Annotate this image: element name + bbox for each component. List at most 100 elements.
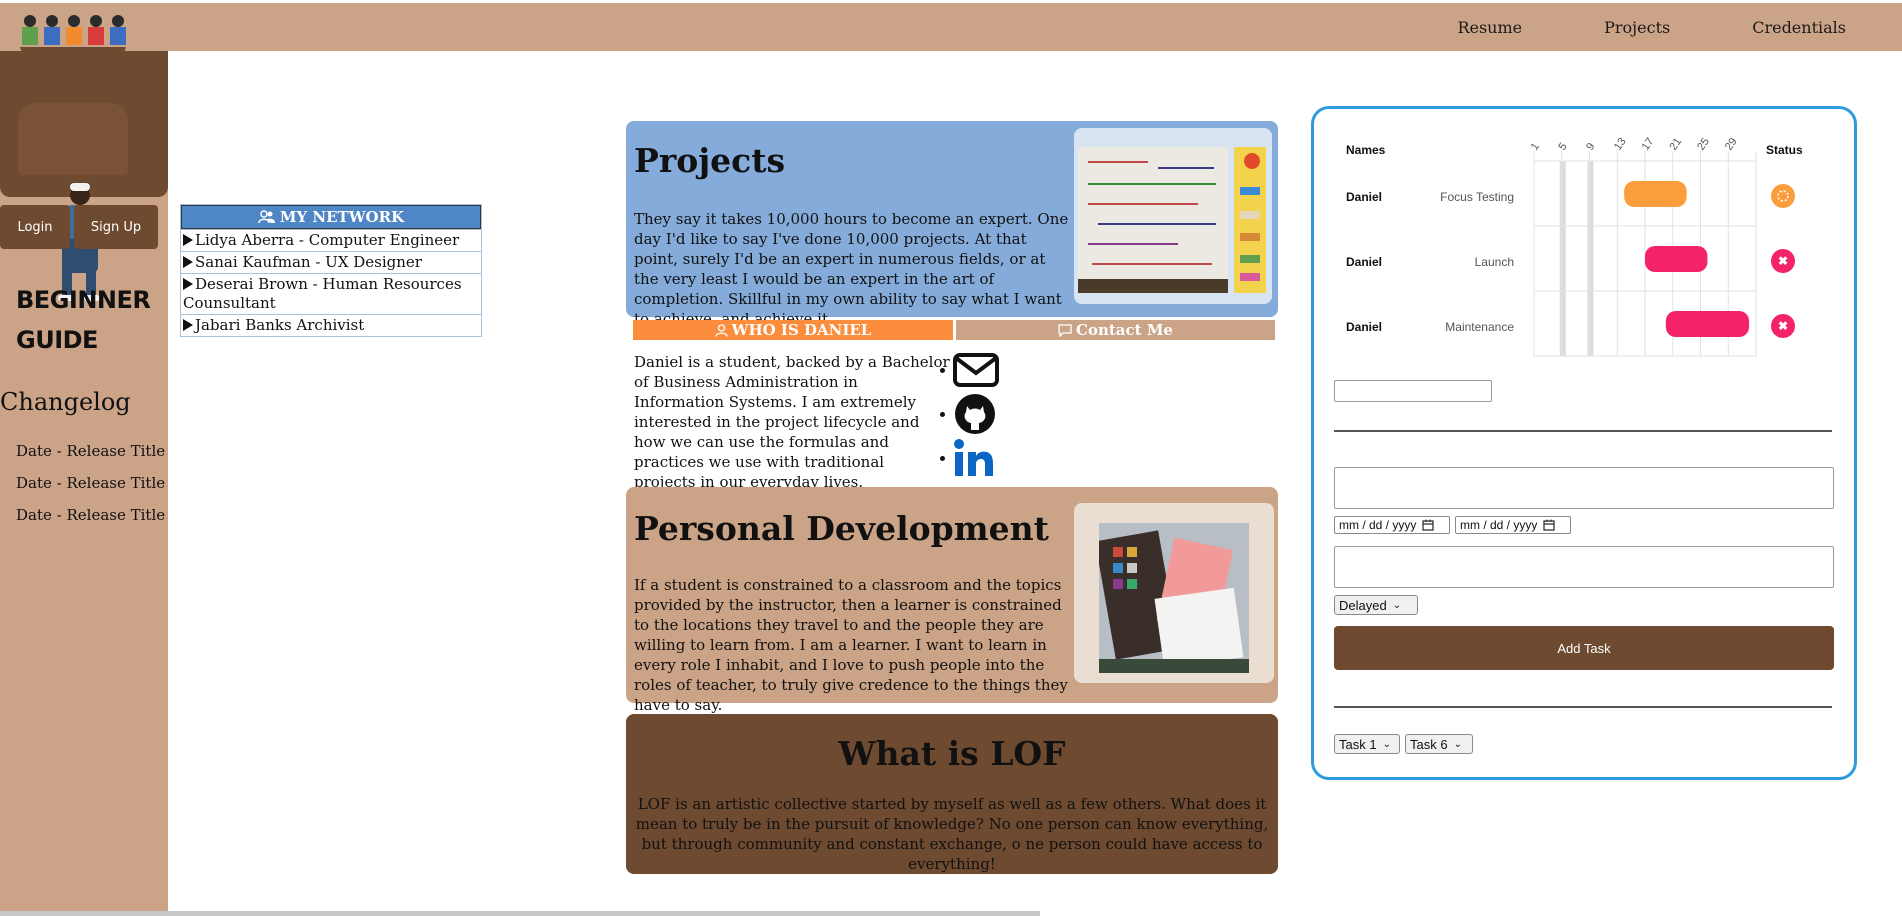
- divider: [1334, 706, 1832, 708]
- highlight-column: [1587, 161, 1594, 356]
- tab-who-is-daniel[interactable]: WHO IS DANIEL: [633, 320, 953, 340]
- profile-card: [0, 51, 168, 197]
- lof-card: What is LOF LOF is an artistic collectiv…: [626, 714, 1278, 874]
- nav-resume-link[interactable]: Resume: [1457, 18, 1522, 37]
- users-icon: [258, 210, 275, 224]
- top-nav-links: Resume Projects Credentials: [1457, 3, 1846, 51]
- chevron-down-icon: ⌄: [1392, 599, 1402, 611]
- network-item[interactable]: Sanai Kaufman - UX Designer: [181, 251, 481, 273]
- end-date-input[interactable]: mm / dd / yyyy: [1455, 516, 1571, 534]
- delayed-status-icon: ✖: [1771, 314, 1795, 338]
- expand-triangle-icon: [183, 319, 193, 331]
- binder-photo: [1099, 523, 1249, 673]
- expand-triangle-icon: [183, 234, 193, 246]
- personal-development-card: Personal Development If a student is con…: [626, 487, 1278, 714]
- day-tick-label: 9: [1584, 141, 1597, 153]
- list-bullet: [940, 411, 945, 417]
- changelog-item[interactable]: Date - Release Title: [16, 506, 165, 538]
- expand-triangle-icon: [183, 256, 193, 268]
- changelog-heading: Changelog: [0, 388, 131, 416]
- projects-title: Projects: [634, 141, 786, 180]
- divider: [1334, 430, 1832, 432]
- profile-tabs: WHO IS DANIEL Contact Me: [633, 320, 1275, 340]
- user-icon: [714, 323, 728, 337]
- end-date-placeholder: mm / dd / yyyy: [1460, 518, 1538, 532]
- changelog-item[interactable]: Date - Release Title: [16, 474, 165, 506]
- envelope-icon: [953, 353, 999, 387]
- github-icon: [955, 394, 995, 434]
- dependency-select-from[interactable]: Task 1 ⌄: [1334, 734, 1400, 754]
- network-item[interactable]: Deserai Brown - Human Resources Counsult…: [181, 273, 481, 314]
- my-network-list: MY NETWORK Lidya Aberra - Computer Engin…: [180, 204, 482, 337]
- task-name-input[interactable]: [1334, 467, 1834, 509]
- task-name: Focus Testing: [1440, 190, 1514, 204]
- gantt-chart: 1 5 9 13 17 21 25 29: [1529, 136, 1757, 357]
- horizontal-scrollbar[interactable]: [0, 911, 1040, 916]
- task-bar: [1665, 311, 1750, 337]
- tab-contact-me[interactable]: Contact Me: [956, 320, 1275, 340]
- task-description-input[interactable]: [1334, 546, 1834, 588]
- changelog-item[interactable]: Date - Release Title: [16, 442, 165, 474]
- beginner-guide-line-2: GUIDE: [16, 326, 98, 354]
- projects-image: [1074, 128, 1272, 304]
- login-button[interactable]: Login: [0, 205, 70, 249]
- about-daniel-text: Daniel is a student, backed by a Bachelo…: [634, 353, 950, 491]
- github-contact[interactable]: [940, 392, 1010, 436]
- expand-triangle-icon: [183, 278, 193, 290]
- armchair-illustration: [18, 103, 128, 175]
- status-select-value: Delayed: [1339, 597, 1387, 613]
- my-network-title: MY NETWORK: [279, 208, 405, 226]
- beginner-guide-line-1: BEGINNER: [16, 286, 151, 314]
- task-owner-name: Daniel: [1346, 190, 1383, 204]
- search-task-input[interactable]: [1334, 380, 1492, 402]
- task-owner-name: Daniel: [1346, 255, 1383, 269]
- day-tick-label: 21: [1667, 136, 1684, 153]
- network-item-label: Jabari Banks Archivist: [195, 316, 365, 334]
- tab-contact-label: Contact Me: [1076, 321, 1173, 339]
- nav-projects-link[interactable]: Projects: [1604, 18, 1670, 37]
- personal-development-text: If a student is constrained to a classro…: [634, 576, 1068, 714]
- email-contact[interactable]: [940, 348, 1010, 392]
- list-bullet: [940, 455, 945, 461]
- tab-who-label: WHO IS DANIEL: [731, 321, 872, 339]
- lof-text: LOF is an artistic collective started by…: [635, 795, 1269, 873]
- add-task-button[interactable]: Add Task: [1334, 626, 1834, 670]
- nav-credentials-link[interactable]: Credentials: [1752, 18, 1846, 37]
- network-item[interactable]: Jabari Banks Archivist: [181, 314, 481, 336]
- personal-development-image: [1074, 503, 1274, 683]
- day-tick-label: 25: [1695, 136, 1712, 153]
- day-tick-label: 29: [1723, 136, 1740, 153]
- chevron-down-icon: ⌄: [1453, 738, 1462, 750]
- linkedin-contact[interactable]: [940, 436, 1010, 480]
- dependency-to-value: Task 6: [1410, 736, 1448, 752]
- beginner-guide-heading: BEGINNER GUIDE: [16, 280, 151, 360]
- chevron-down-icon: ⌄: [1382, 738, 1391, 750]
- projects-text: They say it takes 10,000 hours to become…: [634, 210, 1069, 328]
- signup-button[interactable]: Sign Up: [74, 205, 158, 249]
- books-illustration: [1234, 147, 1266, 293]
- sidebar: Login Sign Up BEGINNER GUIDE Changelog D…: [0, 15, 168, 916]
- task-name: Launch: [1474, 255, 1514, 269]
- chat-icon: [1058, 323, 1072, 337]
- personal-development-title: Personal Development: [634, 509, 1049, 548]
- status-select[interactable]: Delayed ⌄: [1334, 595, 1418, 615]
- day-tick-label: 1: [1529, 141, 1542, 153]
- linkedin-icon: [954, 439, 993, 476]
- my-network-header: MY NETWORK: [181, 205, 481, 229]
- start-date-placeholder: mm / dd / yyyy: [1339, 518, 1417, 532]
- projects-card: Projects They say it takes 10,000 hours …: [626, 121, 1278, 328]
- in-progress-status-icon: [1771, 184, 1795, 208]
- gantt-panel: Names Status 1 5 9 13 17 21 25 29 Daniel Focus …: [1311, 106, 1857, 780]
- start-date-input[interactable]: mm / dd / yyyy: [1334, 516, 1450, 534]
- network-item[interactable]: Lidya Aberra - Computer Engineer: [181, 229, 481, 251]
- auth-buttons: Login Sign Up: [0, 205, 168, 249]
- list-bullet: [940, 367, 945, 373]
- whiteboard-photo: [1078, 147, 1228, 293]
- network-item-label: Lidya Aberra - Computer Engineer: [195, 231, 460, 249]
- day-tick-label: 17: [1640, 136, 1657, 153]
- task-bar: [1645, 246, 1708, 272]
- task-bar: [1624, 181, 1687, 207]
- day-tick-label: 13: [1612, 136, 1629, 153]
- dependency-from-value: Task 1: [1339, 736, 1377, 752]
- dependency-select-to[interactable]: Task 6 ⌄: [1405, 734, 1473, 754]
